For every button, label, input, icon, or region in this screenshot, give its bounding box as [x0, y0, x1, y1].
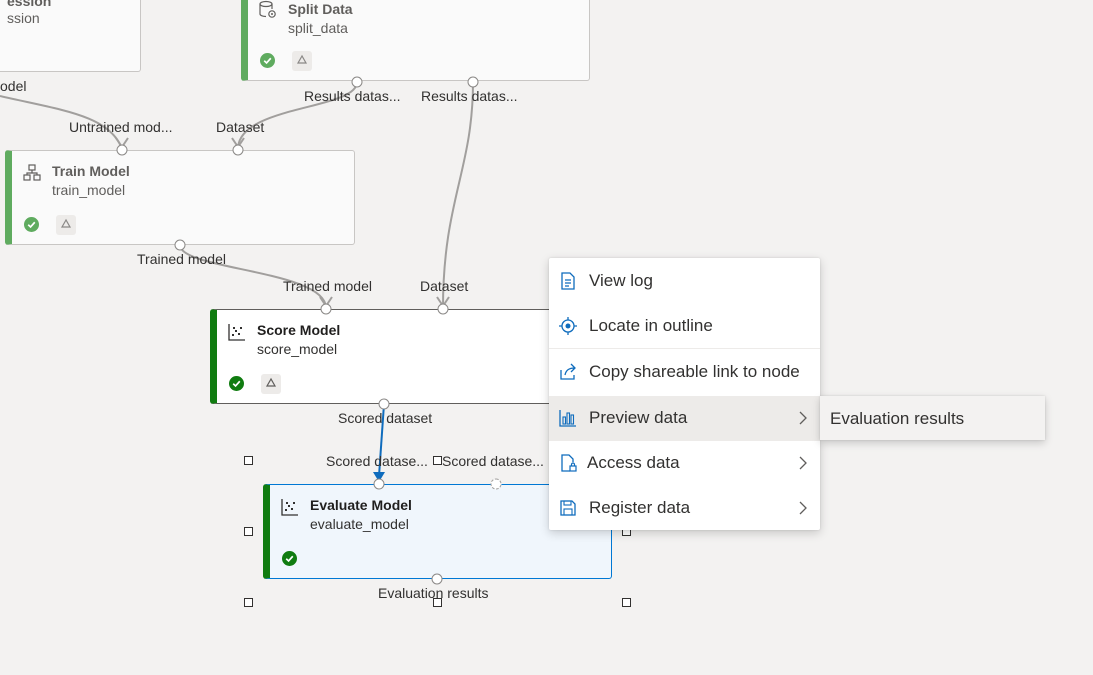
port-eval-in-2[interactable]	[490, 478, 502, 490]
port-split-out-2[interactable]	[467, 76, 479, 88]
node-title: Train Model	[52, 163, 130, 179]
menu-separator	[549, 348, 820, 349]
recycle-icon	[296, 54, 308, 64]
port-label: odel	[0, 78, 27, 94]
menu-item-label: Locate in outline	[589, 316, 713, 335]
context-menu: View log Locate in outline Copy shareabl…	[549, 258, 820, 530]
port-label: Scored datase...	[326, 453, 428, 469]
port-label: Results datas...	[421, 88, 518, 104]
port-score-out[interactable]	[378, 398, 390, 410]
menu-item-register-data[interactable]: Register data	[549, 486, 820, 531]
database-settings-icon	[259, 0, 276, 18]
port-label: Dataset	[420, 278, 469, 294]
menu-item-locate-in-outline[interactable]: Locate in outline	[549, 304, 820, 349]
submenu-item-evaluation-results[interactable]: Evaluation results	[830, 409, 964, 429]
port-eval-in-1[interactable]	[373, 478, 385, 490]
resize-handle-s[interactable]	[433, 598, 442, 607]
node-train-model[interactable]: Train Model train_model	[5, 150, 355, 245]
resize-handle-nw[interactable]	[244, 456, 253, 465]
scatter-chart-icon	[228, 324, 245, 341]
edge-split-to-score	[442, 81, 474, 309]
port-label: Scored datase...	[442, 453, 544, 469]
node-title: Evaluate Model	[310, 497, 412, 513]
document-icon	[561, 272, 575, 290]
port-score-in-1[interactable]	[320, 303, 332, 315]
node-subtitle: split_data	[288, 20, 348, 36]
chevron-right-icon	[799, 456, 807, 470]
node-subtitle: score_model	[257, 341, 338, 357]
port-train-in-1[interactable]	[116, 144, 128, 156]
port-label: Dataset	[216, 119, 265, 135]
resize-handle-n[interactable]	[433, 456, 442, 465]
reuse-badge	[292, 51, 312, 71]
recycle-icon	[265, 377, 277, 387]
port-label: Trained model	[137, 251, 226, 267]
save-icon	[560, 500, 576, 516]
port-split-out-1[interactable]	[351, 76, 363, 88]
success-icon	[282, 551, 297, 566]
node-subtitle: ssion	[7, 10, 40, 26]
port-label: Results datas...	[304, 88, 401, 104]
reuse-badge	[56, 215, 76, 235]
bar-chart-icon	[559, 410, 576, 427]
chevron-right-icon	[799, 501, 807, 515]
resize-handle-w[interactable]	[244, 527, 253, 536]
node-regression[interactable]: ession ssion	[0, 0, 141, 72]
share-icon	[560, 363, 576, 380]
node-score-model[interactable]: Score Model score_model	[210, 309, 560, 404]
node-split-data[interactable]: Split Data split_data	[241, 0, 590, 81]
menu-item-label: Copy shareable link to node	[589, 362, 800, 381]
menu-item-preview-data[interactable]: Preview data	[549, 396, 820, 441]
menu-item-access-data[interactable]: Access data	[549, 441, 820, 486]
reuse-badge	[261, 374, 281, 394]
menu-item-label: View log	[589, 271, 653, 290]
menu-item-copy-link[interactable]: Copy shareable link to node	[549, 350, 820, 395]
scatter-chart-icon	[281, 499, 298, 516]
port-train-in-2[interactable]	[232, 144, 244, 156]
menu-item-view-log[interactable]: View log	[549, 259, 820, 304]
node-title: Split Data	[288, 1, 353, 17]
success-icon	[260, 53, 275, 68]
menu-item-label: Access data	[587, 453, 680, 472]
locate-icon	[559, 317, 577, 335]
chevron-right-icon	[799, 411, 807, 425]
success-icon	[24, 217, 39, 232]
submenu-preview-data[interactable]: Evaluation results	[820, 396, 1045, 440]
document-lock-icon	[561, 454, 577, 472]
node-title: Score Model	[257, 322, 341, 338]
node-subtitle: train_model	[52, 182, 126, 198]
node-subtitle: evaluate_model	[310, 516, 409, 532]
resize-handle-sw[interactable]	[244, 598, 253, 607]
port-label: Scored dataset	[338, 410, 433, 426]
recycle-icon	[60, 218, 72, 228]
port-eval-out[interactable]	[431, 573, 443, 585]
resize-handle-se[interactable]	[622, 598, 631, 607]
menu-item-label: Preview data	[589, 408, 688, 427]
node-title: ession	[7, 0, 52, 9]
success-icon	[229, 376, 244, 391]
port-score-in-2[interactable]	[437, 303, 449, 315]
port-label: Untrained mod...	[69, 119, 173, 135]
port-label: Trained model	[283, 278, 372, 294]
hierarchy-icon	[23, 164, 41, 181]
port-train-out[interactable]	[174, 239, 186, 251]
menu-item-label: Register data	[589, 498, 691, 517]
